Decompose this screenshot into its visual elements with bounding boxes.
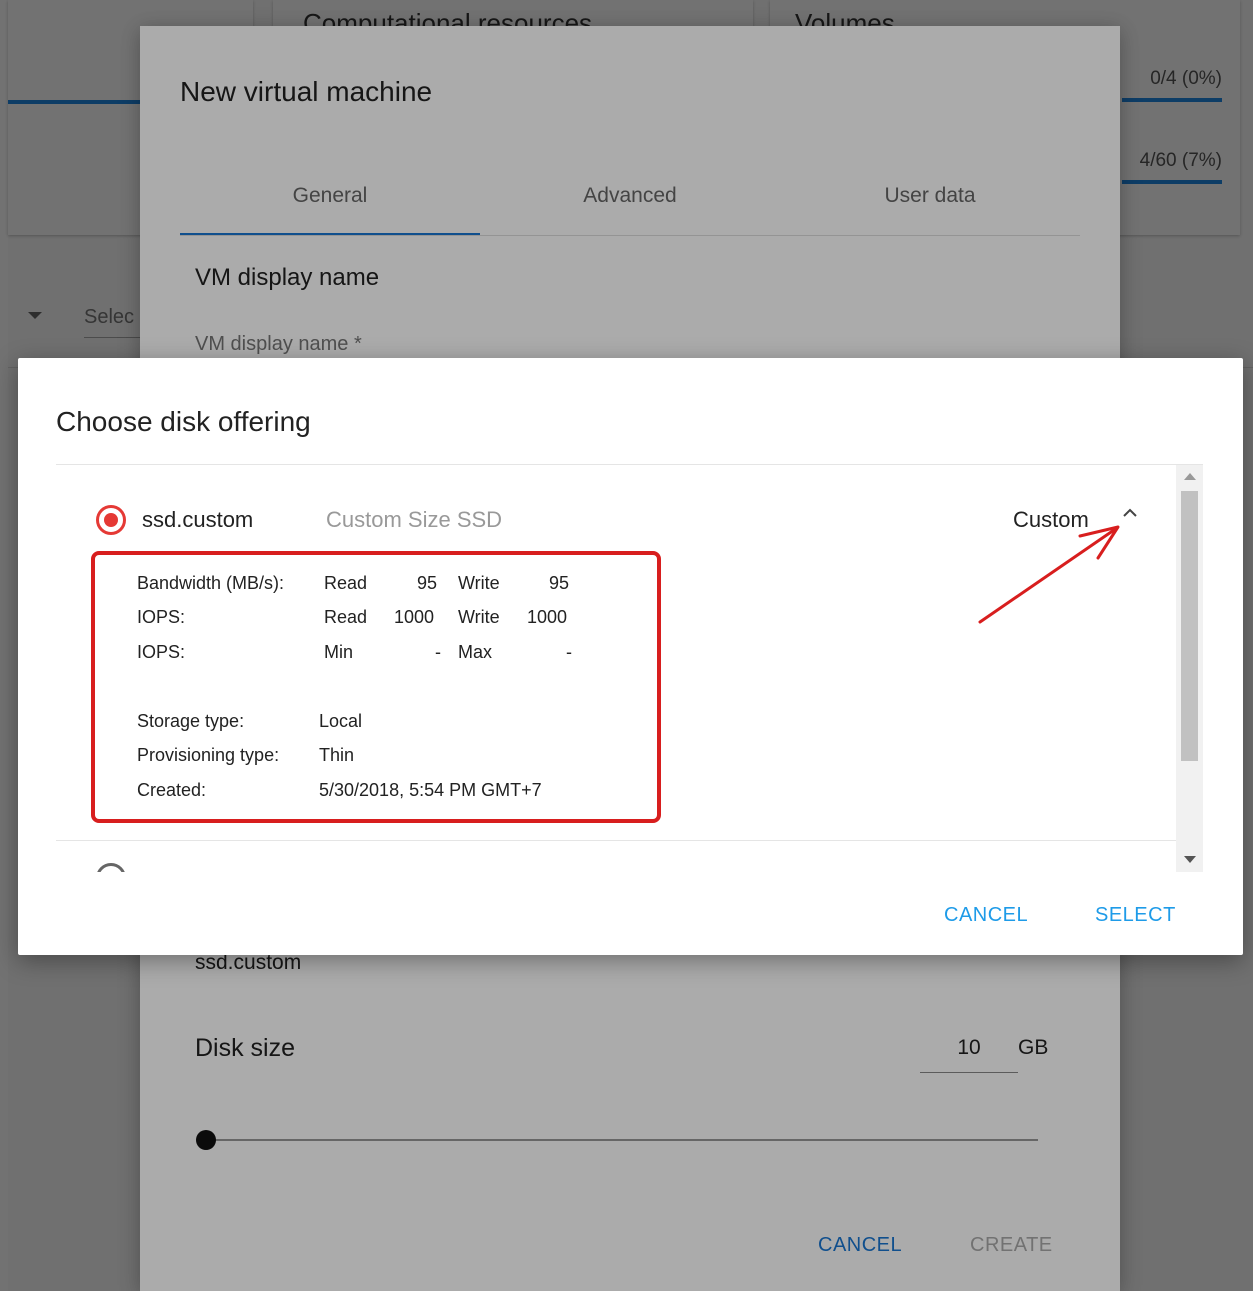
- chevron-up-icon[interactable]: [1122, 505, 1138, 521]
- list-item[interactable]: ssd.custom Custom Size SSD Custom Bandwi…: [56, 465, 1176, 841]
- detail-label: Max: [458, 642, 493, 662]
- detail-value: Thin: [319, 745, 355, 765]
- choose-disk-offering-dialog: Choose disk offering ssd.custom Custom S…: [18, 358, 1243, 955]
- detail-label: Read: [324, 573, 368, 593]
- scroll-up-icon[interactable]: [1184, 473, 1196, 480]
- detail-label: Provisioning type:: [137, 745, 280, 765]
- scroll-down-icon[interactable]: [1184, 856, 1196, 863]
- detail-label: Write: [458, 573, 500, 593]
- detail-value: 1000: [527, 607, 568, 627]
- radio-unselected-icon[interactable]: [96, 863, 126, 872]
- detail-label: IOPS:: [137, 607, 186, 627]
- dialog-title: Choose disk offering: [56, 406, 311, 437]
- scrollbar-thumb[interactable]: [1181, 491, 1198, 761]
- detail-value: -: [566, 642, 572, 662]
- offering-name: ssd.custom: [142, 507, 254, 532]
- detail-value: 5/30/2018, 5:54 PM GMT+7: [319, 780, 542, 800]
- detail-value: 1000: [394, 607, 435, 627]
- detail-label: Created:: [137, 780, 207, 800]
- detail-value: Local: [319, 711, 363, 731]
- detail-label: Read: [324, 607, 368, 627]
- detail-label: Min: [324, 642, 354, 662]
- detail-value: 95: [417, 573, 438, 593]
- select-button[interactable]: SELECT: [1095, 904, 1176, 927]
- detail-label: Bandwidth (MB/s):: [137, 573, 285, 593]
- detail-label: Write: [458, 607, 500, 627]
- detail-value: 95: [549, 573, 570, 593]
- radio-selected-icon[interactable]: [96, 505, 126, 535]
- offering-list: ssd.custom Custom Size SSD Custom Bandwi…: [56, 464, 1203, 872]
- scrollbar[interactable]: [1176, 465, 1203, 872]
- detail-label: Storage type:: [137, 711, 245, 731]
- offering-type: Custom: [1013, 507, 1089, 532]
- offering-description: Custom Size SSD: [326, 507, 503, 532]
- cancel-button[interactable]: CANCEL: [944, 904, 1028, 927]
- detail-value: -: [435, 642, 441, 662]
- detail-label: IOPS:: [137, 642, 186, 662]
